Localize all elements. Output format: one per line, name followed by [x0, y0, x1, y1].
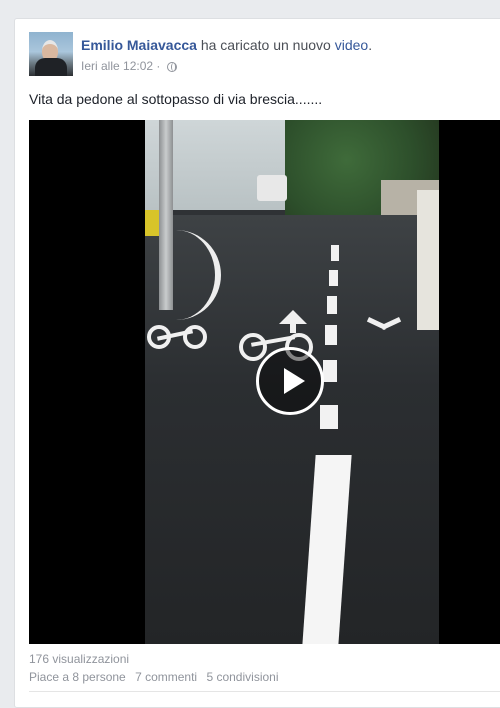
post-action-text: ha caricato un nuovo — [200, 37, 331, 53]
post-card: Emilio Maiavacca ha caricato un nuovo vi… — [14, 18, 500, 708]
post-action-suffix: . — [368, 37, 373, 53]
video-link[interactable]: video — [335, 37, 368, 53]
post-timestamp-link[interactable]: Ieri alle 12:02 — [81, 59, 153, 73]
post-meta: Ieri alle 12:02 · — [81, 59, 177, 73]
post-header: Emilio Maiavacca ha caricato un nuovo vi… — [81, 37, 372, 53]
shares-link[interactable]: 5 condivisioni — [206, 670, 278, 684]
engagement-summary: Piace a 8 persone 7 commenti 5 condivisi… — [29, 670, 285, 684]
author-avatar[interactable] — [29, 32, 73, 76]
likes-link[interactable]: Piace a 8 persone — [29, 670, 126, 684]
play-icon[interactable] — [256, 347, 324, 415]
video-player[interactable] — [29, 120, 500, 644]
post-caption: Vita da pedone al sottopasso di via bres… — [29, 91, 323, 107]
globe-icon[interactable] — [166, 62, 177, 72]
meta-separator: · — [156, 59, 161, 73]
author-name-link[interactable]: Emilio Maiavacca — [81, 37, 197, 53]
divider — [29, 691, 500, 692]
comments-link[interactable]: 7 commenti — [135, 670, 197, 684]
view-count: 176 visualizzazioni — [29, 652, 130, 666]
